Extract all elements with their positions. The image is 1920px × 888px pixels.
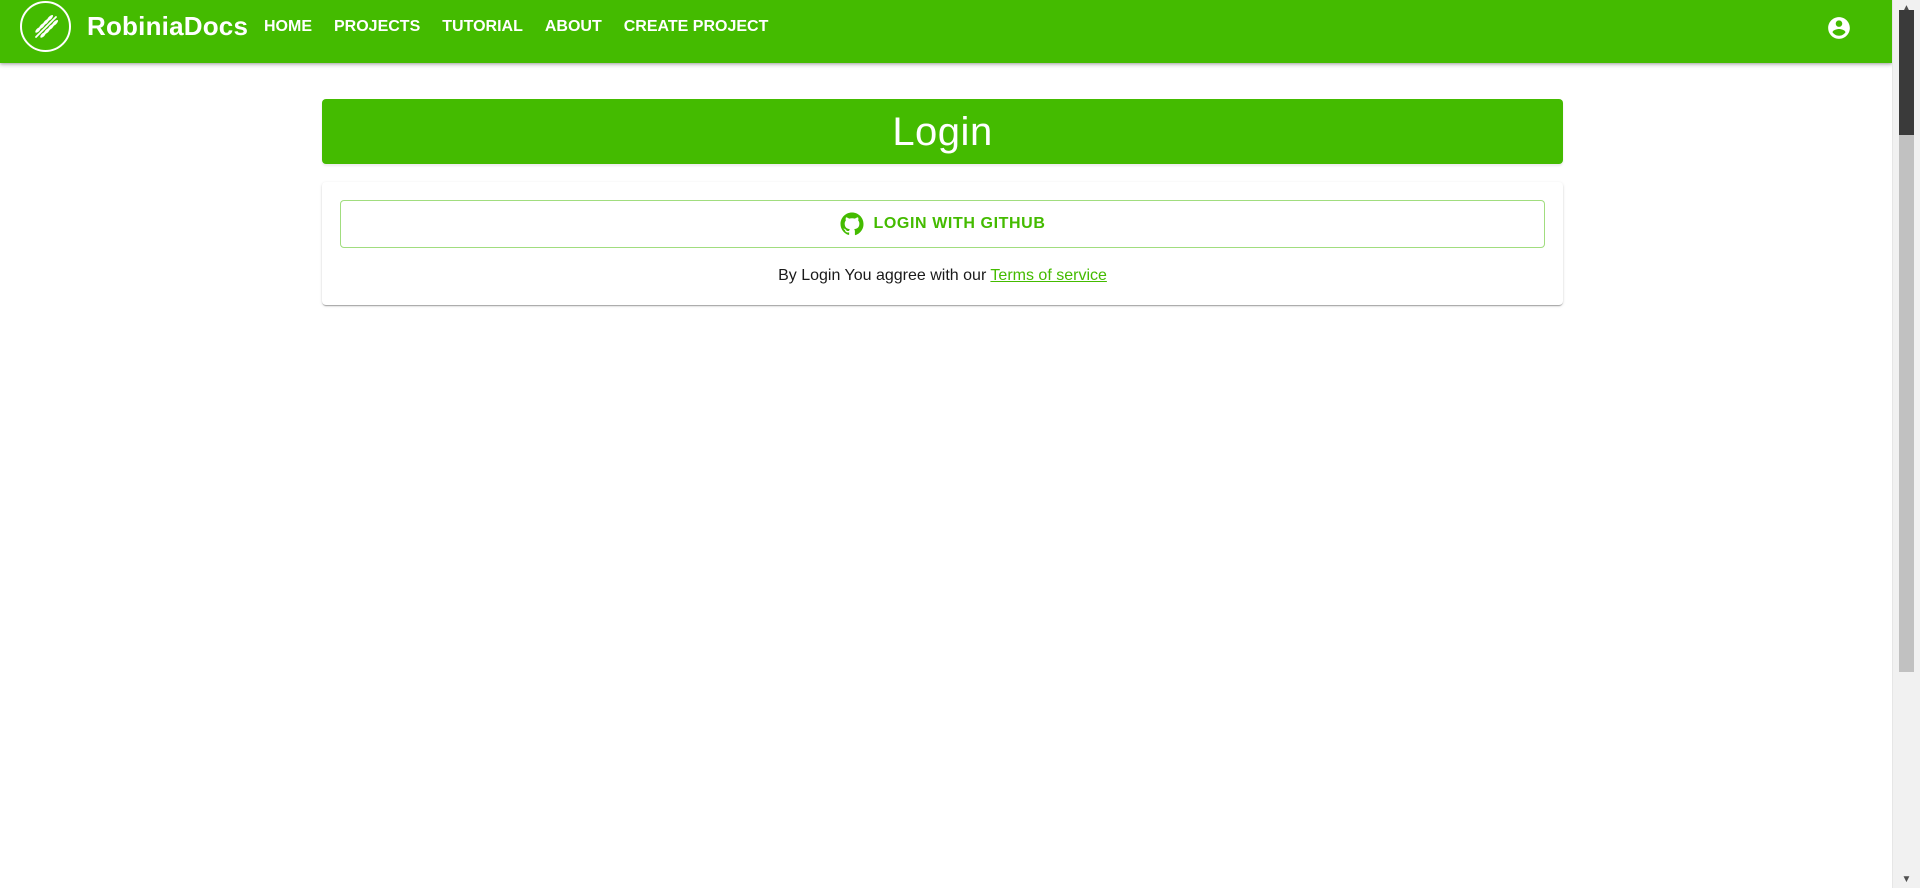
main-nav: HOME PROJECTS TUTORIAL ABOUT CREATE PROJ… [262, 16, 788, 38]
login-title-bar: Login [322, 99, 1563, 164]
terms-of-service-link[interactable]: Terms of service [990, 267, 1106, 284]
nav-item-home[interactable]: HOME [262, 16, 314, 38]
scrollbar-thumb-active [1899, 10, 1914, 135]
page-title: Login [892, 109, 993, 154]
nav-item-projects[interactable]: PROJECTS [332, 16, 422, 38]
logo[interactable] [20, 1, 71, 52]
scrollbar-thumb[interactable] [1899, 10, 1914, 672]
page: RobiniaDocs HOME PROJECTS TUTORIAL ABOUT… [0, 0, 1920, 888]
github-button-label: LOGIN WITH GITHUB [873, 215, 1046, 232]
browser-viewport: RobiniaDocs HOME PROJECTS TUTORIAL ABOUT… [0, 0, 1892, 888]
brand-name[interactable]: RobiniaDocs [87, 11, 248, 41]
nav-item-tutorial[interactable]: TUTORIAL [440, 16, 525, 38]
account-circle-icon [1828, 17, 1850, 39]
vertical-scrollbar[interactable]: ▲ ▼ [1892, 0, 1920, 888]
nav-item-create-project[interactable]: CREATE PROJECT [622, 16, 771, 38]
login-card: LOGIN WITH GITHUB By Login You aggree wi… [322, 182, 1563, 305]
login-with-github-button[interactable]: LOGIN WITH GITHUB [340, 200, 1545, 248]
wheat-leaf-icon [34, 14, 58, 38]
scroll-down-arrow-icon[interactable]: ▼ [1893, 871, 1920, 888]
github-icon [840, 212, 864, 236]
nav-item-about[interactable]: ABOUT [543, 16, 604, 38]
terms-prefix: By Login You aggree with our [778, 267, 991, 284]
account-button[interactable] [1826, 15, 1852, 41]
terms-notice: By Login You aggree with our Terms of se… [322, 264, 1563, 288]
app-bar: RobiniaDocs HOME PROJECTS TUTORIAL ABOUT… [0, 0, 1892, 63]
